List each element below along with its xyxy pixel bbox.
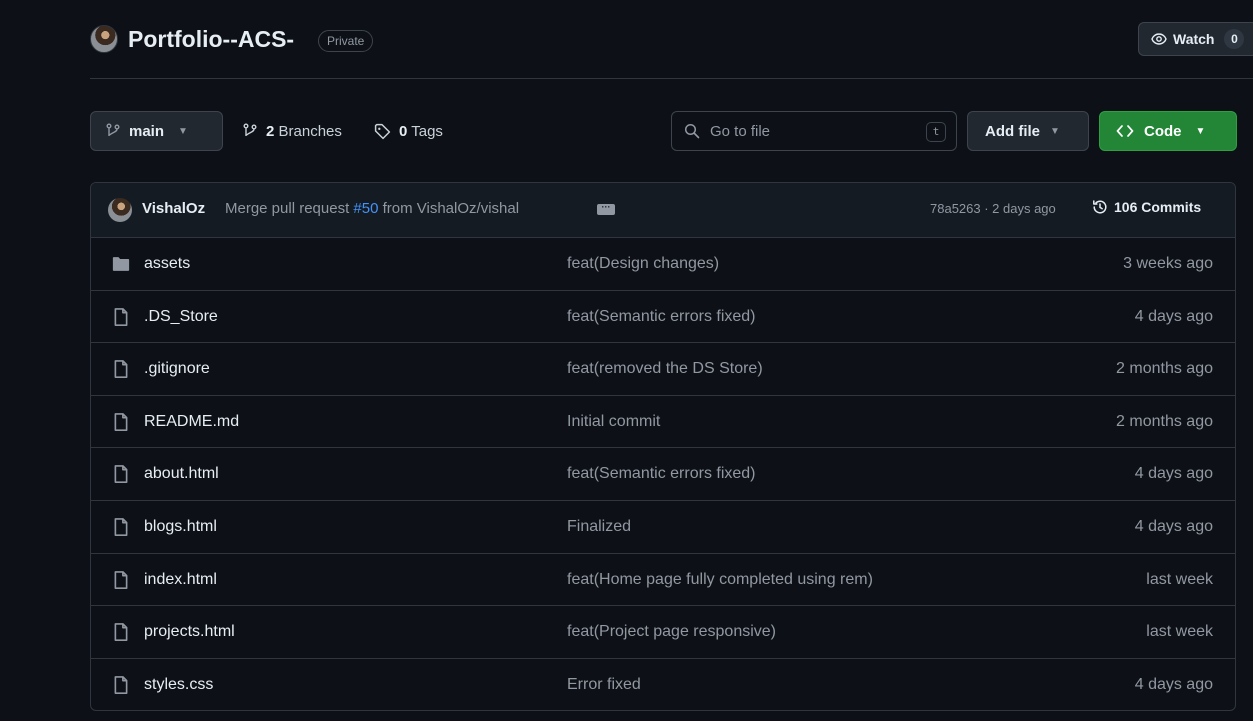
code-label: Code <box>1144 122 1182 140</box>
branch-name: main <box>129 122 165 140</box>
file-commit-date: 4 days ago <box>1134 675 1213 693</box>
file-name[interactable]: .gitignore <box>144 360 210 378</box>
table-row[interactable]: .gitignore feat(removed the DS Store) 2 … <box>91 343 1235 396</box>
file-name[interactable]: projects.html <box>144 623 235 641</box>
tags-link[interactable]: 0 Tags <box>374 111 443 151</box>
file-icon <box>111 570 131 590</box>
ellipsis-icon[interactable]: ··· <box>597 203 615 215</box>
file-list: assets feat(Design changes) 3 weeks ago … <box>91 238 1235 710</box>
table-row[interactable]: styles.css Error fixed 4 days ago <box>91 659 1235 710</box>
file-commit-date: 2 months ago <box>1116 412 1213 430</box>
file-name[interactable]: styles.css <box>144 676 213 694</box>
branches-link[interactable]: 2 Branches <box>242 111 342 151</box>
git-branch-icon <box>106 123 120 136</box>
git-branch-icon <box>243 123 257 136</box>
search-icon <box>684 123 700 139</box>
header-divider <box>90 78 1253 79</box>
commit-message-prefix: Merge pull request <box>225 200 350 217</box>
table-row[interactable]: README.md Initial commit 2 months ago <box>91 396 1235 449</box>
table-row[interactable]: .DS_Store feat(Semantic errors fixed) 4 … <box>91 291 1235 344</box>
file-commit-message[interactable]: feat(removed the DS Store) <box>567 360 763 378</box>
watch-label: Watch <box>1173 31 1215 47</box>
add-file-label: Add file <box>985 122 1040 140</box>
table-row[interactable]: about.html feat(Semantic errors fixed) 4… <box>91 448 1235 501</box>
commit-message[interactable]: Merge pull request #50 from VishalOz/vis… <box>225 200 519 217</box>
file-icon <box>111 464 131 484</box>
visibility-badge: Private <box>318 30 374 52</box>
caret-down-icon: ▼ <box>1050 125 1060 137</box>
commit-message-suffix: from VishalOz/vishal <box>382 200 520 217</box>
file-name[interactable]: index.html <box>144 571 217 589</box>
file-table: VishalOz Merge pull request #50 from Vis… <box>90 182 1236 711</box>
file-commit-message[interactable]: feat(Semantic errors fixed) <box>567 465 756 483</box>
branch-select-button[interactable]: main ▼ <box>90 111 223 151</box>
file-commit-date: 2 months ago <box>1116 360 1213 378</box>
search-placeholder: Go to file <box>710 122 771 140</box>
code-icon <box>1116 125 1134 137</box>
caret-down-icon: ▼ <box>178 125 188 137</box>
shortcut-key: t <box>926 122 946 142</box>
repo-header: Portfolio--ACS- Private Watch 0 <box>90 22 1253 60</box>
code-button[interactable]: Code ▼ <box>1099 111 1237 151</box>
commit-author[interactable]: VishalOz <box>142 200 205 217</box>
file-commit-date: last week <box>1146 623 1213 641</box>
watch-count: 0 <box>1224 29 1245 49</box>
pr-link[interactable]: #50 <box>353 200 378 217</box>
owner-avatar[interactable] <box>90 25 118 53</box>
table-row[interactable]: blogs.html Finalized 4 days ago <box>91 501 1235 554</box>
caret-down-icon: ▼ <box>1195 125 1206 137</box>
file-icon <box>111 622 131 642</box>
file-commit-date: 4 days ago <box>1134 465 1213 483</box>
file-icon <box>111 675 131 695</box>
file-icon <box>111 412 131 432</box>
author-avatar[interactable] <box>108 198 132 222</box>
latest-commit-bar: VishalOz Merge pull request #50 from Vis… <box>91 183 1235 238</box>
table-row[interactable]: projects.html feat(Project page responsi… <box>91 606 1235 659</box>
file-commit-message[interactable]: feat(Design changes) <box>567 255 719 273</box>
file-icon <box>111 359 131 379</box>
file-name[interactable]: about.html <box>144 465 219 483</box>
go-to-file-input[interactable]: Go to file t <box>671 111 957 151</box>
folder-icon <box>111 254 131 274</box>
file-name[interactable]: blogs.html <box>144 518 217 536</box>
code-toolbar: main ▼ 2 Branches 0 Tags Go to file t Ad… <box>90 111 1237 151</box>
branches-label: Branches <box>278 122 342 140</box>
tag-icon <box>374 123 391 139</box>
file-commit-message[interactable]: feat(Project page responsive) <box>567 623 776 641</box>
commits-label: 106 Commits <box>1114 199 1202 215</box>
file-name[interactable]: .DS_Store <box>144 308 218 326</box>
table-row[interactable]: assets feat(Design changes) 3 weeks ago <box>91 238 1235 291</box>
file-commit-message[interactable]: feat(Semantic errors fixed) <box>567 308 756 326</box>
file-name[interactable]: assets <box>144 255 190 273</box>
eye-icon <box>1151 33 1167 45</box>
watch-button[interactable]: Watch 0 <box>1138 22 1253 56</box>
commit-hash-time[interactable]: 78a5263 · 2 days ago <box>930 201 1056 216</box>
commits-history-link[interactable]: 106 Commits <box>1092 199 1201 215</box>
file-commit-message[interactable]: Error fixed <box>567 676 641 694</box>
file-commit-date: 4 days ago <box>1134 307 1213 325</box>
repo-page: Portfolio--ACS- Private Watch 0 main ▼ 2… <box>0 0 1253 721</box>
history-icon <box>1093 200 1107 214</box>
file-commit-date: 4 days ago <box>1134 517 1213 535</box>
file-commit-date: 3 weeks ago <box>1123 255 1213 272</box>
tags-count: 0 <box>399 122 408 140</box>
file-commit-message[interactable]: feat(Home page fully completed using rem… <box>567 571 873 589</box>
file-icon <box>111 307 131 327</box>
file-commit-date: last week <box>1146 570 1213 588</box>
tags-label: Tags <box>411 122 443 140</box>
branches-count: 2 <box>266 122 275 140</box>
file-name[interactable]: README.md <box>144 413 239 431</box>
file-icon <box>111 517 131 537</box>
repo-name[interactable]: Portfolio--ACS- <box>128 26 294 53</box>
add-file-button[interactable]: Add file ▼ <box>967 111 1089 151</box>
table-row[interactable]: index.html feat(Home page fully complete… <box>91 554 1235 607</box>
file-commit-message[interactable]: Finalized <box>567 518 631 536</box>
file-commit-message[interactable]: Initial commit <box>567 413 660 431</box>
